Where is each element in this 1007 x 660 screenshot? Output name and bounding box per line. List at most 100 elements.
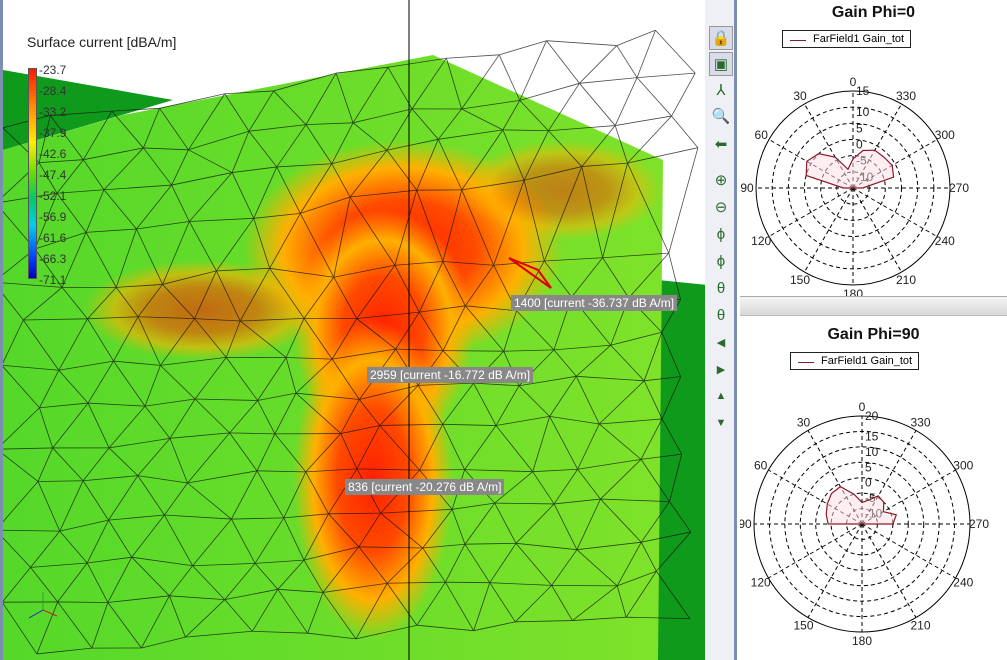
far-field-panel: 151050-5-1003060901201501802102402703003… (740, 0, 1007, 660)
mesh-edge (655, 29, 696, 74)
angle-label: 30 (793, 89, 807, 103)
colorbar-tick: -52.1 (39, 189, 67, 203)
colorbar-tick: -23.7 (39, 63, 67, 77)
colorbar-tick: -33.2 (39, 105, 67, 119)
angle-label: 60 (754, 459, 768, 473)
radial-tick-label: 0 (856, 138, 863, 152)
angle-label: 120 (751, 576, 771, 590)
angle-spoke (807, 523, 863, 618)
mesh-edge (616, 29, 656, 46)
angle-label: 180 (852, 634, 872, 648)
angle-label: 300 (935, 128, 955, 142)
colorbar-tick: -71.1 (39, 273, 67, 287)
fit-view-icon[interactable]: ▣ (709, 52, 733, 76)
angle-label: 60 (755, 128, 769, 142)
angle-label: 330 (896, 89, 916, 103)
radial-tick-label: 10 (865, 445, 879, 459)
annotation-836[interactable]: 836 [current -20.276 dB A/m] (345, 479, 505, 495)
colorbar-tick: -28.4 (39, 84, 67, 98)
angle-label: 0 (859, 400, 866, 414)
panel-splitter[interactable] (740, 296, 1007, 316)
mesh-edge (671, 115, 699, 148)
radial-tick-label: 5 (856, 121, 863, 135)
pan-right-icon[interactable]: ▶ (709, 357, 733, 381)
angle-label: 240 (935, 234, 955, 248)
angle-spoke (861, 523, 956, 579)
annotation-2959[interactable]: 2959 [current -16.772 dB A/m] (367, 367, 534, 383)
plot-title: Gain Phi=90 (827, 326, 920, 343)
colorbar-tick: -47.4 (39, 168, 67, 182)
rotate-theta-up-icon[interactable]: θ (709, 303, 733, 327)
radial-tick-label: 15 (856, 84, 870, 98)
plot-legend: FarField1 Gain_tot (782, 30, 912, 48)
zoom-box-icon[interactable]: 🔍 (709, 104, 733, 128)
annotation-1400[interactable]: 1400 [current -36.737 dB A/m] (511, 295, 678, 311)
back-arrow-icon[interactable]: ⬅ (709, 132, 733, 156)
mesh-edge (668, 147, 699, 254)
mesh-edge (614, 77, 638, 126)
radial-tick-label: 20 (865, 409, 879, 423)
angle-label: 90 (740, 181, 754, 195)
angle-label: 180 (843, 287, 863, 296)
mesh-edge (446, 54, 500, 59)
angle-label: 210 (910, 618, 930, 632)
dark-green-side (658, 280, 705, 660)
angle-label: 270 (949, 181, 969, 195)
mesh-edge (636, 30, 656, 78)
rotate-phi-right-icon[interactable]: ϕ (709, 249, 733, 273)
angle-label: 330 (910, 416, 930, 430)
mesh-edge (615, 115, 672, 126)
gain-trace (825, 485, 898, 525)
colorbar-tick: -66.3 (39, 252, 67, 266)
angle-label: 300 (953, 459, 973, 473)
angle-label: 90 (740, 517, 752, 531)
zoom-in-icon[interactable]: ⊕ (709, 168, 733, 192)
view-toolbar: 🔒 ▣ ⅄ 🔍 ⬅ ⊕ ⊖ ϕ ϕ θ θ ◀ ▶ ▲ ▼ (705, 0, 737, 660)
mesh-edge (636, 77, 672, 117)
mesh-edge (499, 40, 547, 56)
pan-left-icon[interactable]: ◀ (709, 330, 733, 354)
axes-r-icon[interactable]: ⅄ (709, 78, 733, 102)
angle-label: 30 (797, 416, 811, 430)
zoom-out-icon[interactable]: ⊖ (709, 195, 733, 219)
mesh-model (3, 0, 705, 660)
mesh-edge (671, 72, 696, 117)
angle-label: 210 (896, 273, 916, 287)
legend-title: Surface current [dBA/m] (27, 34, 177, 50)
mesh-edge (637, 72, 696, 79)
3d-viewport[interactable]: Surface current [dBA/m] -23.7 -28.4 -33.2 -… (0, 0, 705, 660)
colorbar-tick: -61.6 (39, 231, 67, 245)
angle-label: 0 (850, 75, 857, 89)
mesh-edge (579, 77, 638, 84)
plot-title: Gain Phi=0 (831, 4, 916, 21)
pan-down-icon[interactable]: ▼ (709, 411, 733, 435)
radial-tick-label: 15 (865, 429, 879, 443)
polar-plot-phi90: 20151050-5-10030609012015018021024027030… (740, 316, 1007, 660)
angle-label: 270 (969, 517, 989, 531)
angle-spoke (852, 187, 938, 237)
colorbar-tick: -56.9 (39, 210, 67, 224)
angle-label: 150 (790, 273, 810, 287)
lock-z-icon[interactable]: 🔒 (709, 26, 733, 50)
mesh-edge (579, 45, 618, 84)
angle-label: 150 (793, 618, 813, 632)
rotate-theta-down-icon[interactable]: θ (709, 276, 733, 300)
mesh-edge (442, 350, 504, 352)
rotate-phi-left-icon[interactable]: ϕ (709, 222, 733, 246)
radial-tick-label: 10 (856, 105, 870, 119)
radial-tick-label: 5 (865, 460, 872, 474)
mesh-edge (616, 45, 638, 78)
mesh-edge (519, 82, 580, 101)
pan-up-icon[interactable]: ▲ (709, 384, 733, 408)
colorbar-tick: -37.9 (39, 126, 67, 140)
mesh-edge (546, 40, 580, 84)
radial-tick-label: 0 (865, 476, 872, 490)
colorbar-tick: -42.6 (39, 147, 67, 161)
plot-legend: FarField1 Gain_tot (790, 352, 920, 370)
angle-label: 240 (953, 576, 973, 590)
mesh-edge (519, 40, 547, 101)
colorbar (28, 68, 37, 279)
mesh-edge (546, 40, 617, 46)
polar-plot-phi0: 151050-5-1003060901201501802102402703003… (740, 0, 1007, 296)
angle-label: 120 (751, 234, 771, 248)
